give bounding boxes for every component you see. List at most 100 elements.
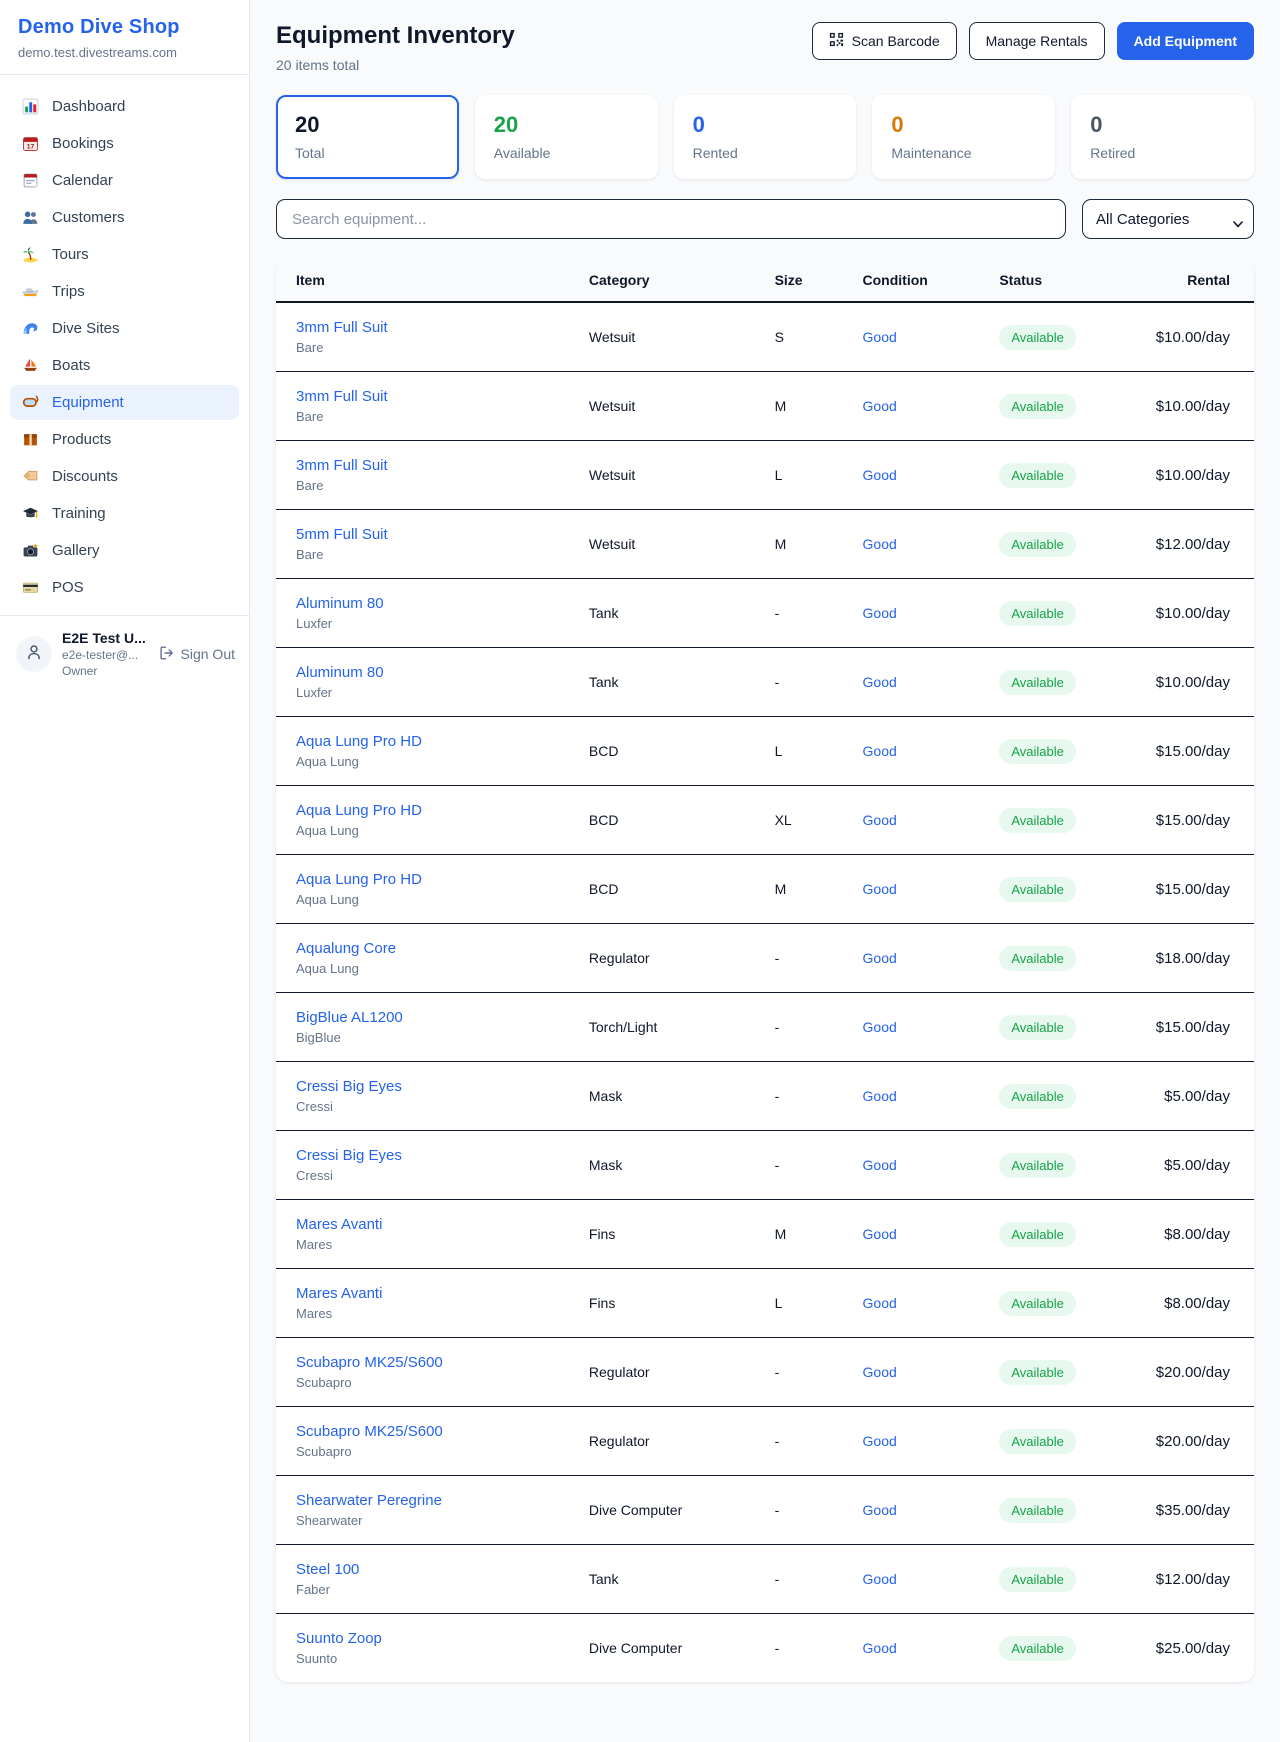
sidebar-item-products[interactable]: Products <box>10 422 239 457</box>
cell-rental: $10.00/day <box>1146 302 1254 372</box>
filter-row: All Categories <box>276 199 1254 239</box>
item-brand: BigBlue <box>296 1030 569 1045</box>
condition-link[interactable]: Good <box>863 1433 897 1449</box>
calendar-icon <box>22 172 39 189</box>
condition-link[interactable]: Good <box>863 1088 897 1104</box>
table-row: 3mm Full Suit Bare Wetsuit L Good Availa… <box>276 441 1254 510</box>
cell-size: - <box>765 648 853 717</box>
stat-label: Rented <box>693 145 838 161</box>
item-link[interactable]: Scubapro MK25/S600 <box>296 1354 569 1371</box>
condition-link[interactable]: Good <box>863 1502 897 1518</box>
item-link[interactable]: Aluminum 80 <box>296 664 569 681</box>
cell-category: Regulator <box>579 924 765 993</box>
condition-link[interactable]: Good <box>863 950 897 966</box>
table-row: Scubapro MK25/S600 Scubapro Regulator - … <box>276 1407 1254 1476</box>
status-badge: Available <box>999 877 1076 902</box>
item-link[interactable]: Suunto Zoop <box>296 1630 569 1647</box>
condition-link[interactable]: Good <box>863 1640 897 1656</box>
cell-category: Mask <box>579 1131 765 1200</box>
item-link[interactable]: Mares Avanti <box>296 1216 569 1233</box>
condition-link[interactable]: Good <box>863 812 897 828</box>
item-brand: Bare <box>296 478 569 493</box>
item-brand: Bare <box>296 547 569 562</box>
item-link[interactable]: Aqua Lung Pro HD <box>296 733 569 750</box>
stat-card-total[interactable]: 20 Total <box>276 95 459 179</box>
sidebar-item-trips[interactable]: Trips <box>10 274 239 309</box>
cell-category: Fins <box>579 1200 765 1269</box>
column-header-item: Item <box>276 259 579 302</box>
item-link[interactable]: Steel 100 <box>296 1561 569 1578</box>
item-link[interactable]: 3mm Full Suit <box>296 319 569 336</box>
cell-size: M <box>765 855 853 924</box>
stat-card-rented[interactable]: 0 Rented <box>674 95 857 179</box>
tag-icon <box>22 468 39 485</box>
column-header-condition: Condition <box>853 259 990 302</box>
condition-link[interactable]: Good <box>863 1019 897 1035</box>
cell-category: Mask <box>579 1062 765 1131</box>
condition-link[interactable]: Good <box>863 1364 897 1380</box>
condition-link[interactable]: Good <box>863 329 897 345</box>
sidebar-item-dashboard[interactable]: Dashboard <box>10 89 239 124</box>
condition-link[interactable]: Good <box>863 1295 897 1311</box>
item-brand: Aqua Lung <box>296 823 569 838</box>
cell-size: M <box>765 372 853 441</box>
condition-link[interactable]: Good <box>863 398 897 414</box>
cell-rental: $35.00/day <box>1146 1476 1254 1545</box>
condition-link[interactable]: Good <box>863 536 897 552</box>
item-brand: Scubapro <box>296 1444 569 1459</box>
stat-card-available[interactable]: 20 Available <box>475 95 658 179</box>
item-link[interactable]: Aqua Lung Pro HD <box>296 802 569 819</box>
manage-rentals-button[interactable]: Manage Rentals <box>969 22 1105 60</box>
sidebar-item-gallery[interactable]: Gallery <box>10 533 239 568</box>
condition-link[interactable]: Good <box>863 1226 897 1242</box>
table-row: Aqua Lung Pro HD Aqua Lung BCD M Good Av… <box>276 855 1254 924</box>
stat-card-maintenance[interactable]: 0 Maintenance <box>872 95 1055 179</box>
table-row: Aqualung Core Aqua Lung Regulator - Good… <box>276 924 1254 993</box>
item-link[interactable]: Aqualung Core <box>296 940 569 957</box>
item-brand: Aqua Lung <box>296 892 569 907</box>
item-link[interactable]: Aqua Lung Pro HD <box>296 871 569 888</box>
item-link[interactable]: Aluminum 80 <box>296 595 569 612</box>
item-link[interactable]: 5mm Full Suit <box>296 526 569 543</box>
sign-out-label: Sign Out <box>181 646 235 662</box>
sidebar-item-discounts[interactable]: Discounts <box>10 459 239 494</box>
sidebar-item-pos[interactable]: POS <box>10 570 239 605</box>
item-link[interactable]: 3mm Full Suit <box>296 388 569 405</box>
condition-link[interactable]: Good <box>863 605 897 621</box>
item-link[interactable]: Scubapro MK25/S600 <box>296 1423 569 1440</box>
cell-rental: $20.00/day <box>1146 1407 1254 1476</box>
palm-island-icon <box>22 246 39 263</box>
brand: Demo Dive Shop demo.test.divestreams.com <box>0 0 249 74</box>
package-icon <box>22 431 39 448</box>
item-link[interactable]: BigBlue AL1200 <box>296 1009 569 1026</box>
condition-link[interactable]: Good <box>863 881 897 897</box>
item-link[interactable]: Shearwater Peregrine <box>296 1492 569 1509</box>
condition-link[interactable]: Good <box>863 674 897 690</box>
item-link[interactable]: Cressi Big Eyes <box>296 1147 569 1164</box>
scan-barcode-button[interactable]: Scan Barcode <box>812 22 957 60</box>
condition-link[interactable]: Good <box>863 1157 897 1173</box>
stat-card-retired[interactable]: 0 Retired <box>1071 95 1254 179</box>
condition-link[interactable]: Good <box>863 1571 897 1587</box>
sidebar-item-customers[interactable]: Customers <box>10 200 239 235</box>
item-link[interactable]: Cressi Big Eyes <box>296 1078 569 1095</box>
table-row: 3mm Full Suit Bare Wetsuit M Good Availa… <box>276 372 1254 441</box>
sidebar-item-equipment[interactable]: Equipment <box>10 385 239 420</box>
sidebar-item-boats[interactable]: Boats <box>10 348 239 383</box>
sign-out-button[interactable]: Sign Out <box>159 645 235 664</box>
add-equipment-button[interactable]: Add Equipment <box>1117 22 1254 60</box>
item-link[interactable]: Mares Avanti <box>296 1285 569 1302</box>
condition-link[interactable]: Good <box>863 743 897 759</box>
search-input[interactable] <box>276 199 1066 239</box>
condition-link[interactable]: Good <box>863 467 897 483</box>
item-link[interactable]: 3mm Full Suit <box>296 457 569 474</box>
category-select[interactable]: All Categories <box>1082 199 1254 239</box>
sidebar-item-bookings[interactable]: 17 Bookings <box>10 126 239 161</box>
page-title: Equipment Inventory <box>276 22 515 50</box>
sidebar-item-tours[interactable]: Tours <box>10 237 239 272</box>
cell-category: Wetsuit <box>579 510 765 579</box>
cell-category: BCD <box>579 855 765 924</box>
sidebar-item-training[interactable]: Training <box>10 496 239 531</box>
sidebar-item-dive-sites[interactable]: Dive Sites <box>10 311 239 346</box>
sidebar-item-calendar[interactable]: Calendar <box>10 163 239 198</box>
